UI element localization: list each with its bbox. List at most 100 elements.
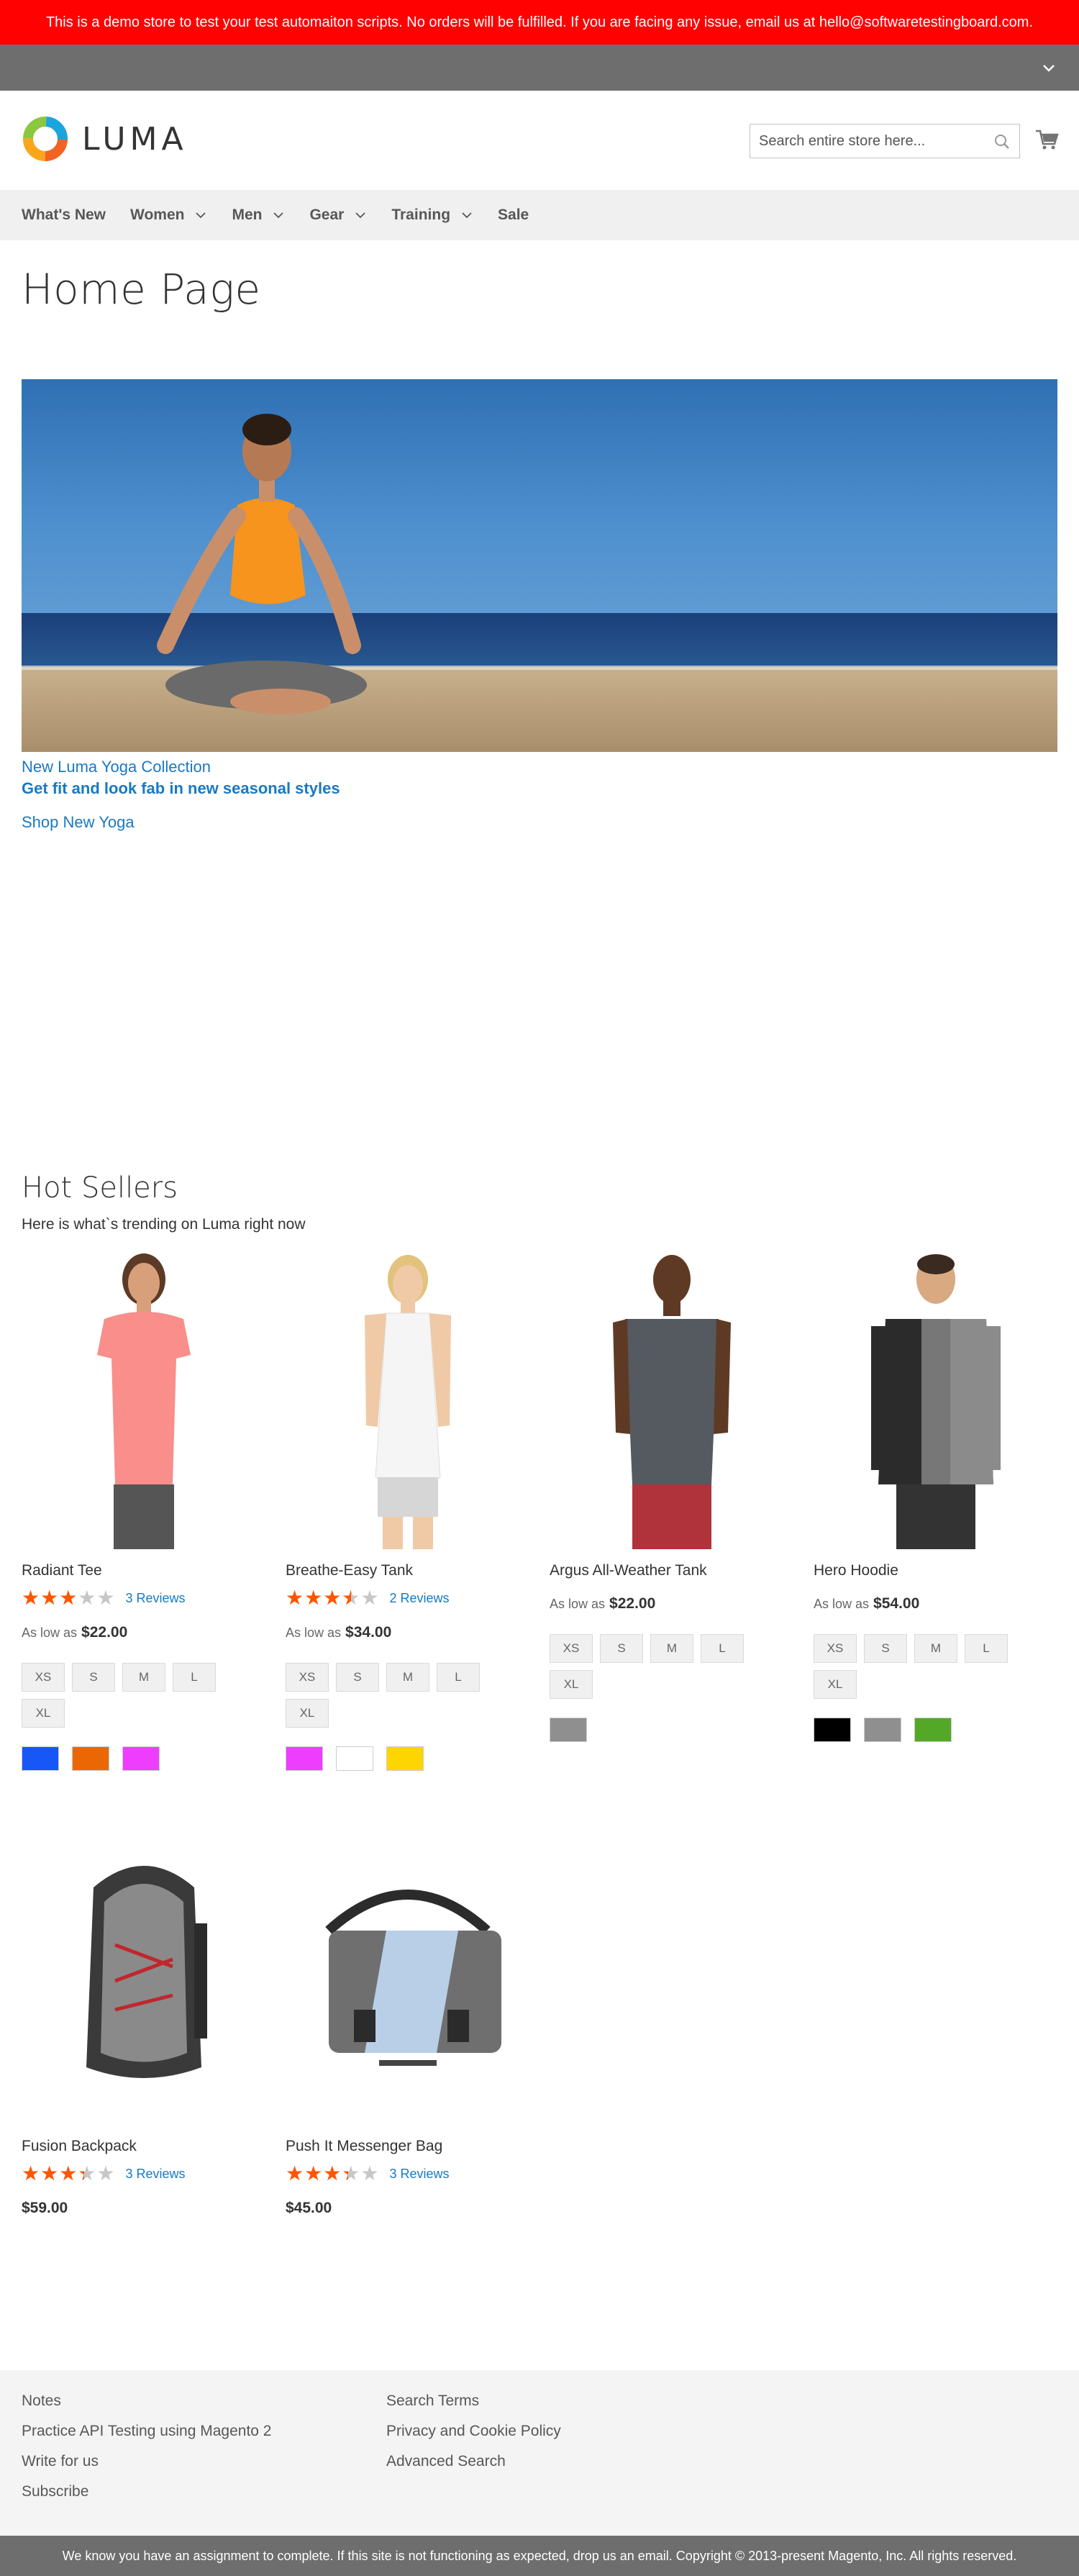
color-swatches xyxy=(286,1746,530,1771)
nav-item-what-s-new[interactable]: What's New xyxy=(22,207,106,224)
product-image[interactable] xyxy=(286,1823,530,2125)
hero-line-collection[interactable]: New Luma Yoga Collection xyxy=(22,758,211,776)
size-option-xs[interactable]: XS xyxy=(814,1634,857,1663)
size-option-xs[interactable]: XS xyxy=(286,1663,329,1692)
product-image[interactable] xyxy=(22,1823,266,2125)
reviews-link[interactable]: 3 Reviews xyxy=(126,2167,186,2182)
product-name-link[interactable]: Fusion Backpack xyxy=(22,2138,266,2155)
size-option-s[interactable]: S xyxy=(72,1663,115,1692)
search-input[interactable] xyxy=(759,132,982,150)
product-image[interactable] xyxy=(550,1247,794,1549)
footer-link-privacy-and-cookie-policy[interactable]: Privacy and Cookie Policy xyxy=(386,2422,561,2441)
copyright-bar: We know you have an assignment to comple… xyxy=(0,2536,1079,2576)
copyright-text: We know you have an assignment to comple… xyxy=(62,2548,1017,2563)
color-swatch[interactable] xyxy=(336,1746,373,1771)
footer-link-subscribe[interactable]: Subscribe xyxy=(22,2482,271,2501)
size-option-l[interactable]: L xyxy=(437,1663,480,1692)
size-option-xs[interactable]: XS xyxy=(22,1663,65,1692)
rating-stars-icon: ★★★★★★★★★★ xyxy=(286,2162,380,2185)
cart-icon[interactable] xyxy=(1034,127,1060,153)
product-name-link[interactable]: Radiant Tee xyxy=(22,1562,266,1579)
price-prefix: As low as xyxy=(286,1625,342,1640)
reviews-link[interactable]: 3 Reviews xyxy=(390,2167,450,2182)
nav-item-label: Sale xyxy=(498,207,529,223)
hero-line-tagline[interactable]: Get fit and look fab in new seasonal sty… xyxy=(22,779,340,798)
price-prefix: As low as xyxy=(22,1625,78,1640)
color-swatches xyxy=(550,1718,794,1742)
price-row: As low as $34.00 xyxy=(286,1624,530,1641)
color-swatch[interactable] xyxy=(22,1746,59,1771)
product-name-link[interactable]: Breathe-Easy Tank xyxy=(286,1562,530,1579)
price-row: As low as $22.00 xyxy=(550,1595,794,1613)
size-option-xl[interactable]: XL xyxy=(814,1670,857,1699)
footer-link-advanced-search[interactable]: Advanced Search xyxy=(386,2452,561,2471)
chevron-down-icon xyxy=(196,212,206,219)
nav-item-label: What's New xyxy=(22,207,106,223)
footer-link-practice-api-testing-using-magento-2[interactable]: Practice API Testing using Magento 2 xyxy=(22,2422,271,2441)
footer-link-write-for-us[interactable]: Write for us xyxy=(22,2452,271,2471)
nav-item-men[interactable]: Men xyxy=(232,207,285,224)
size-option-m[interactable]: M xyxy=(386,1663,429,1692)
color-swatch[interactable] xyxy=(286,1746,323,1771)
product-card-argus-all-weather-tank: Argus All-Weather Tank As low as $22.00 XS S… xyxy=(550,1247,794,1742)
product-image[interactable] xyxy=(286,1247,530,1549)
reviews-link[interactable]: 2 Reviews xyxy=(390,1591,450,1606)
color-swatch[interactable] xyxy=(914,1718,952,1742)
footer-link-notes[interactable]: Notes xyxy=(22,2392,271,2411)
search-icon[interactable] xyxy=(993,133,1011,150)
search-box xyxy=(750,124,1020,158)
size-option-m[interactable]: M xyxy=(122,1663,165,1692)
size-option-l[interactable]: L xyxy=(965,1634,1008,1663)
size-option-xl[interactable]: XL xyxy=(22,1699,65,1728)
product-name-link[interactable]: Argus All-Weather Tank xyxy=(550,1562,794,1579)
color-swatch[interactable] xyxy=(550,1718,587,1742)
nav-item-label: Men xyxy=(232,207,263,223)
size-options: XS S M L XL xyxy=(22,1663,237,1728)
chevron-down-icon xyxy=(355,212,365,219)
chevron-down-icon[interactable] xyxy=(1040,59,1057,76)
size-option-xs[interactable]: XS xyxy=(550,1634,593,1663)
chevron-down-icon xyxy=(273,212,284,219)
product-photo-illustration xyxy=(286,1823,530,2125)
nav-item-gear[interactable]: Gear xyxy=(309,207,367,224)
size-option-m[interactable]: M xyxy=(914,1634,957,1663)
size-option-s[interactable]: S xyxy=(600,1634,643,1663)
rating-stars-icon: ★★★★★★★★★★ xyxy=(22,2162,116,2185)
product-image[interactable] xyxy=(814,1247,1058,1549)
footer-links-column-1: Notes Practice API Testing using Magento … xyxy=(22,2392,271,2513)
product-rating: ★★★★★★★★★★ 3 Reviews xyxy=(22,2164,266,2184)
size-option-s[interactable]: S xyxy=(336,1663,379,1692)
footer-link-search-terms[interactable]: Search Terms xyxy=(386,2392,561,2411)
product-name-link[interactable]: Hero Hoodie xyxy=(814,1562,1058,1579)
reviews-link[interactable]: 3 Reviews xyxy=(126,1591,186,1606)
color-swatch[interactable] xyxy=(122,1746,160,1771)
product-photo-illustration xyxy=(22,1823,266,2125)
color-swatch[interactable] xyxy=(864,1718,901,1742)
nav-item-women[interactable]: Women xyxy=(130,207,207,224)
price-row: $45.00 xyxy=(286,2200,530,2217)
shop-new-yoga-link[interactable]: Shop New Yoga xyxy=(22,813,135,832)
price-row: As low as $54.00 xyxy=(814,1595,1058,1613)
color-swatch[interactable] xyxy=(72,1746,109,1771)
logo[interactable]: LUMA xyxy=(22,115,188,163)
nav-item-sale[interactable]: Sale xyxy=(498,207,529,224)
product-rating: ★★★★★★★★★★ 3 Reviews xyxy=(22,1588,266,1608)
product-name-link[interactable]: Push It Messenger Bag xyxy=(286,2138,530,2155)
product-image[interactable] xyxy=(22,1247,266,1549)
hero-image[interactable] xyxy=(22,379,1057,752)
size-options: XS S M L XL xyxy=(286,1663,501,1728)
color-swatch[interactable] xyxy=(386,1746,424,1771)
size-option-xl[interactable]: XL xyxy=(286,1699,329,1728)
size-options: XS S M L XL xyxy=(550,1634,765,1699)
color-swatch[interactable] xyxy=(814,1718,851,1742)
size-option-l[interactable]: L xyxy=(173,1663,216,1692)
size-option-xl[interactable]: XL xyxy=(550,1670,593,1699)
product-price: $59.00 xyxy=(22,2200,68,2216)
chevron-down-icon xyxy=(462,212,472,219)
nav-item-training[interactable]: Training xyxy=(391,207,473,224)
rating-stars-icon: ★★★★★★★★★★ xyxy=(22,1587,116,1609)
size-option-m[interactable]: M xyxy=(650,1634,693,1663)
size-option-s[interactable]: S xyxy=(864,1634,907,1663)
hot-sellers-title: Hot Sellers xyxy=(22,1171,178,1205)
size-option-l[interactable]: L xyxy=(701,1634,744,1663)
